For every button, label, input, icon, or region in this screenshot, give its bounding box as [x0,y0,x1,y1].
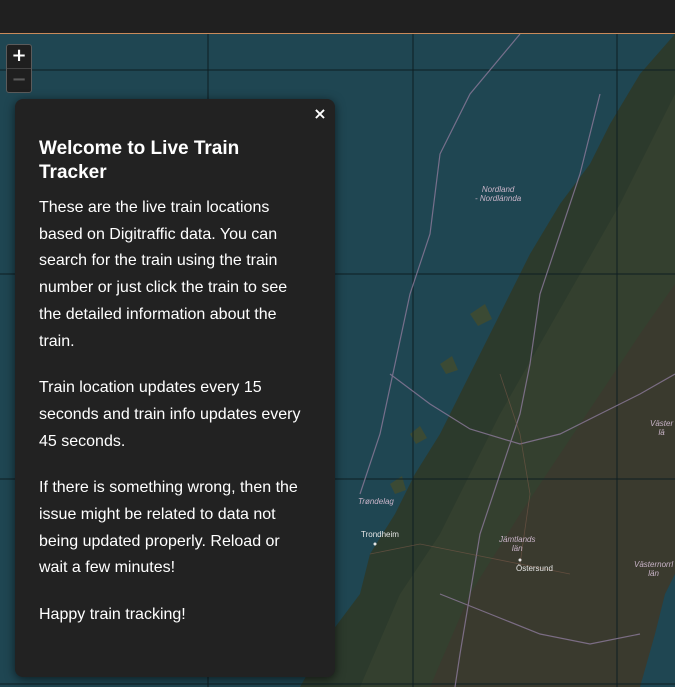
top-bar [0,0,675,34]
map-label-nordland: Nordland - Nordlánnda [475,185,522,203]
map-label-trondheim: Trondheim [361,530,399,539]
map-label-ostersund: Östersund [516,564,553,573]
zoom-control: + − [6,44,32,93]
map-label-jamtlands: Jämtlands län [499,535,536,553]
map-label-vasternorrland: Västernorrl län [634,560,674,578]
update-info-paragraph: Train location updates every 15 seconds … [39,379,301,450]
close-button[interactable]: × [313,105,327,123]
closing-paragraph: Happy train tracking! [39,606,186,624]
zoom-out-button[interactable]: − [7,68,31,92]
map-label-trondelag: Trøndelag [358,497,394,506]
dialog-title: Welcome to Live Train Tracker [39,138,240,183]
troubleshoot-paragraph: If there is something wrong, then the is… [39,479,298,577]
welcome-dialog: × Welcome to Live Train Tracker These ar… [15,99,335,677]
intro-paragraph: These are the live train locations based… [39,199,288,350]
map-label-vasterbotten: Väster lä [650,419,674,437]
zoom-in-button[interactable]: + [7,45,31,68]
